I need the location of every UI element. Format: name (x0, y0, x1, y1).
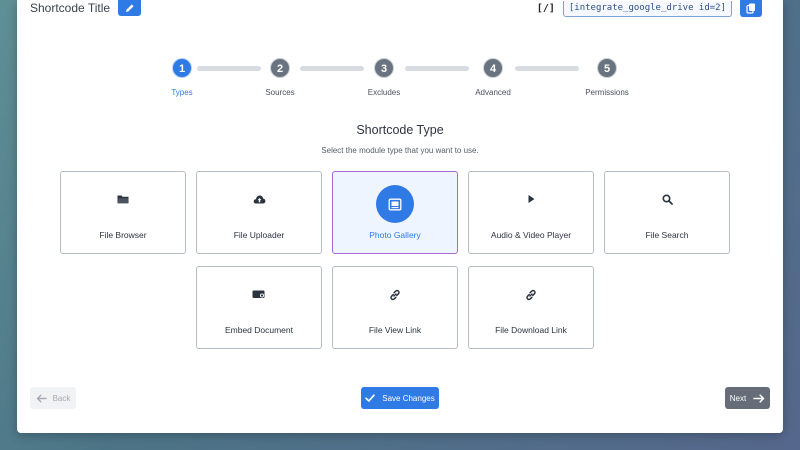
arrow-left-icon (36, 394, 47, 402)
step-number: 4 (483, 58, 503, 78)
type-card-audio-video-player[interactable]: Audio & Video Player (468, 171, 594, 254)
step-connector (515, 66, 579, 71)
back-button[interactable]: Back (30, 387, 76, 409)
type-card-label: Embed Document (224, 325, 294, 335)
copy-shortcode-button[interactable] (740, 0, 762, 17)
type-card-file-browser[interactable]: File Browser (60, 171, 186, 254)
step-label: Excludes (367, 88, 401, 97)
search-icon (661, 194, 673, 205)
pencil-icon (125, 4, 134, 12)
image-icon (388, 198, 402, 210)
shortcode-title-row: Shortcode Title (30, 0, 142, 16)
selected-indicator (376, 185, 414, 223)
step-connector (405, 66, 469, 71)
play-icon (528, 195, 535, 203)
shortcode-title: Shortcode Title (30, 1, 111, 15)
shortcode-value[interactable]: [integrate_google_drive id=2] (562, 0, 732, 17)
step-label: Advanced (475, 88, 511, 97)
step-number: 1 (172, 58, 192, 78)
shortcode-builder-panel: Shortcode Title [/] [integrate_google_dr… (17, 0, 783, 433)
type-card-photo-gallery[interactable]: Photo Gallery (332, 171, 458, 254)
type-card-file-uploader[interactable]: File Uploader (196, 171, 322, 254)
folder-icon (117, 195, 129, 204)
step-permissions[interactable]: 5 Permissions (577, 58, 637, 97)
save-changes-button[interactable]: Save Changes (361, 387, 439, 409)
embed-document-icon (252, 290, 265, 298)
shortcode-display: [/] [integrate_google_drive id=2] (537, 0, 762, 17)
type-card-label: File View Link (368, 325, 422, 335)
check-icon (365, 394, 376, 402)
type-card-label: Photo Gallery (369, 230, 421, 240)
next-button-label: Next (729, 393, 747, 403)
arrow-right-icon (753, 393, 765, 403)
step-label: Permissions (585, 88, 629, 97)
save-changes-label: Save Changes (382, 393, 435, 403)
type-card-label: File Search (645, 230, 689, 240)
step-label: Types (171, 88, 193, 97)
type-card-embed-document[interactable]: Embed Document (196, 266, 322, 349)
copy-icon (746, 3, 755, 14)
edit-title-button[interactable] (118, 0, 142, 16)
step-sources[interactable]: 2 Sources (250, 58, 310, 97)
step-excludes[interactable]: 3 Excludes (354, 58, 414, 97)
type-card-label: File Download Link (495, 325, 567, 335)
next-button[interactable]: Next (725, 387, 770, 409)
type-card-file-view-link[interactable]: File View Link (332, 266, 458, 349)
type-card-file-download-link[interactable]: File Download Link (468, 266, 594, 349)
link-icon (526, 289, 536, 301)
type-card-label: File Browser (99, 230, 147, 240)
step-label: Sources (265, 88, 295, 97)
step-advanced[interactable]: 4 Advanced (463, 58, 523, 97)
type-card-label: File Uploader (233, 230, 285, 240)
type-card-file-search[interactable]: File Search (604, 171, 730, 254)
section-subtitle: Select the module type that you want to … (321, 146, 479, 155)
step-number: 2 (270, 58, 290, 78)
back-button-label: Back (52, 393, 71, 403)
type-card-label: Audio & Video Player (490, 230, 572, 240)
step-number: 3 (374, 58, 394, 78)
shortcode-bracket-icon: [/] (536, 3, 555, 14)
step-number: 5 (597, 58, 617, 78)
step-types[interactable]: 1 Types (152, 58, 212, 97)
link-icon (390, 289, 400, 301)
cloud-upload-icon (253, 195, 265, 204)
section-title: Shortcode Type (356, 123, 444, 137)
